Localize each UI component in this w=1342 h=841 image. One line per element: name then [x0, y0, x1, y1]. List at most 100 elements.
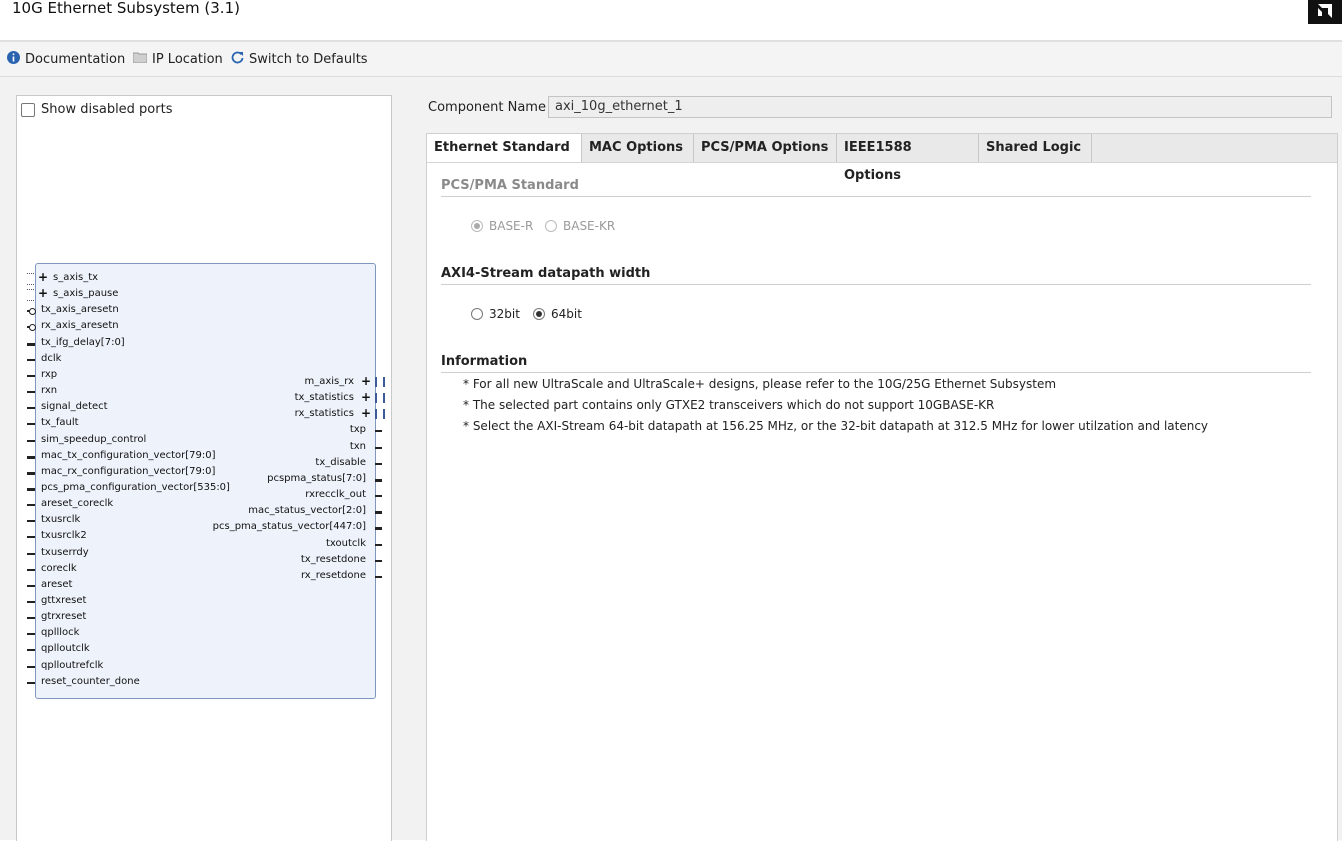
- port-pin: [27, 584, 35, 587]
- switch-to-defaults-label: Switch to Defaults: [249, 52, 368, 67]
- port-pin: [27, 601, 35, 603]
- symbol-panel: Show disabled ports s_axis_tx + s_axis_pau…: [16, 95, 392, 841]
- 32bit-radio[interactable]: [471, 308, 483, 320]
- 64bit-radio[interactable]: [533, 308, 545, 320]
- right-port-label: pcspma_status[7:0]: [267, 472, 366, 484]
- expand-bus-icon[interactable]: +: [361, 375, 371, 387]
- left-port-label: gttxreset: [41, 595, 87, 606]
- port-pin: [27, 342, 35, 346]
- base-kr-option[interactable]: BASE-KR: [545, 219, 615, 233]
- left-port-label: qplllock: [41, 627, 80, 639]
- tab-shared-logic[interactable]: Shared Logic: [979, 134, 1092, 162]
- port-pin: [27, 568, 35, 571]
- documentation-button[interactable]: Documentation: [7, 51, 125, 68]
- 64bit-option[interactable]: 64bit: [533, 307, 582, 321]
- ip-location-button[interactable]: IP Location: [132, 51, 223, 67]
- left-port-label: qplloutrefclk: [41, 659, 104, 671]
- left-port-label: sim_speedup_control: [41, 433, 147, 445]
- left-port-label: qplloutclk: [41, 643, 90, 655]
- ip-location-label: IP Location: [152, 51, 223, 67]
- information-title: Information: [441, 354, 528, 369]
- show-disabled-ports-checkbox[interactable]: [21, 102, 35, 117]
- expand-bus-icon[interactable]: +: [38, 271, 48, 283]
- info-line-3: * Select the AXI-Stream 64-bit datapath …: [463, 419, 1209, 433]
- port-pin: [27, 358, 35, 361]
- port-pin: [27, 471, 35, 475]
- left-port-label: mac_tx_configuration_vector[79:0]: [41, 449, 216, 461]
- right-port-label: txoutclk: [326, 537, 366, 549]
- port-pin: [375, 430, 382, 433]
- documentation-label: Documentation: [25, 52, 126, 67]
- right-port-label: txn: [349, 440, 366, 452]
- info-line-1: * For all new UltraScale and UltraScale+…: [463, 377, 1057, 391]
- tab-ieee1588-options[interactable]: IEEE1588 Options: [837, 134, 979, 183]
- bus-pin: [375, 377, 385, 387]
- left-port-label: s_axis_pause: [53, 288, 119, 300]
- expand-bus-icon[interactable]: +: [361, 407, 371, 419]
- port-pin: [27, 487, 35, 491]
- port-pin: [27, 536, 35, 539]
- left-port-label: reset_counter_done: [41, 675, 140, 687]
- show-disabled-ports-label: Show disabled ports: [41, 102, 173, 117]
- expand-bus-icon[interactable]: +: [38, 287, 48, 299]
- tab-ethernet-standard[interactable]: Ethernet Standard: [427, 134, 582, 162]
- base-r-option[interactable]: BASE-R: [471, 219, 533, 233]
- information-divider: [441, 372, 1311, 373]
- left-port-label: areset: [41, 578, 73, 590]
- component-name-field[interactable]: axi_10g_ethernet_1: [548, 96, 1332, 118]
- port-pin: [375, 543, 382, 546]
- left-port-label: areset_coreclk: [41, 498, 114, 510]
- left-port-label: s_axis_tx: [53, 272, 99, 283]
- 64bit-label: 64bit: [551, 307, 582, 321]
- info-line-2: * The selected part contains only GTXE2 …: [463, 398, 995, 412]
- pcs-pma-divider: [441, 196, 1311, 197]
- 32bit-label: 32bit: [489, 307, 520, 321]
- port-pin: [27, 439, 35, 442]
- port-pin: [27, 407, 35, 410]
- left-port-label: gtrxreset: [41, 611, 87, 623]
- 32bit-option[interactable]: 32bit: [471, 307, 520, 321]
- port-pin: [375, 462, 382, 465]
- tab-mac-options[interactable]: MAC Options: [582, 134, 694, 162]
- port-pin: [27, 504, 35, 507]
- port-pin: [375, 446, 382, 449]
- main-content: Show disabled ports s_axis_tx + s_axis_pau…: [0, 77, 1342, 841]
- show-disabled-ports-row[interactable]: Show disabled ports: [21, 102, 172, 117]
- base-kr-radio[interactable]: [545, 220, 557, 232]
- port-pin: [27, 617, 35, 620]
- bus-pin: [375, 409, 385, 420]
- tab-pcs-pma-options[interactable]: PCS/PMA Options: [694, 134, 837, 162]
- left-port-label: pcs_pma_configuration_vector[535:0]: [41, 481, 230, 493]
- port-pin: [27, 552, 35, 555]
- left-port-label: tx_fault: [41, 417, 79, 429]
- folder-icon: [132, 51, 148, 67]
- info-icon: [7, 51, 20, 68]
- left-port-label: rxp: [41, 368, 58, 380]
- bus-pin: [27, 289, 34, 302]
- right-port-label: rx_resetdone: [300, 569, 366, 581]
- right-port-label: pcs_pma_status_vector[447:0]: [212, 521, 366, 533]
- left-port-label: txusrclk2: [41, 530, 87, 542]
- base-r-radio[interactable]: [471, 220, 483, 232]
- left-port-label: signal_detect: [41, 401, 108, 413]
- port-pin: [375, 559, 382, 562]
- right-port-label: rxrecclk_out: [305, 489, 366, 501]
- expand-bus-icon[interactable]: +: [361, 391, 371, 403]
- port-pin: [27, 455, 35, 459]
- left-port-label: dclk: [41, 352, 62, 364]
- port-pin: [27, 374, 35, 377]
- left-port-label: tx_ifg_delay[7:0]: [41, 336, 125, 348]
- refresh-icon: [231, 51, 244, 68]
- port-pin: [375, 511, 382, 515]
- right-port-label: tx_disable: [315, 456, 366, 468]
- port-pin: [27, 633, 35, 636]
- left-port-label: tx_axis_aresetn: [41, 304, 119, 316]
- left-port-label: mac_rx_configuration_vector[79:0]: [41, 465, 216, 477]
- left-port-label: rxn: [41, 385, 58, 397]
- right-port-label: mac_status_vector[2:0]: [248, 505, 366, 517]
- config-panel: Ethernet Standard MAC Options PCS/PMA Op…: [426, 133, 1338, 841]
- switch-to-defaults-button[interactable]: Switch to Defaults: [231, 51, 368, 68]
- axi-stream-width-title: AXI4-Stream datapath width: [441, 266, 651, 281]
- right-port-label: tx_statistics: [294, 392, 354, 404]
- port-pin: [27, 391, 35, 394]
